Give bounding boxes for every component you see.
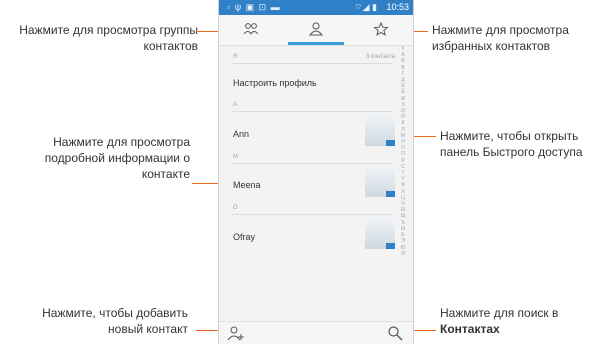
callout-add: Нажмите, чтобы добавить новый контакт <box>10 305 188 337</box>
quick-contact-badge-icon <box>386 191 395 197</box>
callout-favorites: Нажмите для просмотра избранных контакто… <box>432 22 587 54</box>
tab-contacts[interactable] <box>284 15 348 45</box>
tab-bar <box>219 15 413 46</box>
quick-contact-avatar-ann[interactable] <box>365 116 395 146</box>
section-header-a: A <box>233 102 238 108</box>
quick-contact-avatar-meena[interactable] <box>365 167 395 197</box>
callout-groups: Нажмите для просмотра группы контактов <box>8 22 198 54</box>
status-bar: ▫ ψ ▣ ⊡ ▬ ⌔◢ ▮ 10:53 <box>219 0 413 15</box>
alphabet-letter[interactable]: Я <box>397 251 409 257</box>
phone-screen: ▫ ψ ▣ ⊡ ▬ ⌔◢ ▮ 10:53 Я 3 контакта Настро… <box>218 0 414 344</box>
divider <box>231 214 393 215</box>
callout-groups-text: Нажмите для просмотра группы контактов <box>19 23 198 53</box>
star-icon <box>373 22 389 36</box>
divider <box>231 111 393 112</box>
section-header-o: O <box>233 205 238 211</box>
callout-favorites-text: Нажмите для просмотра избранных контакто… <box>432 23 569 53</box>
person-icon <box>308 22 324 36</box>
contact-name-meena[interactable]: Meena <box>233 180 261 190</box>
status-time: 10:53 <box>386 2 409 12</box>
bottom-action-bar <box>219 321 413 344</box>
section-me-label: Я <box>233 54 238 60</box>
callout-quick-panel-text: Нажмите, чтобы открыть панель Быстрого д… <box>440 129 583 159</box>
quick-contact-badge-icon <box>386 243 395 249</box>
quick-contact-avatar-ofray[interactable] <box>365 219 395 249</box>
contact-name-ofray[interactable]: Ofray <box>233 232 255 242</box>
callout-search: Нажмите для поиск в Контактах <box>440 305 590 337</box>
contact-name-ann[interactable]: Ann <box>233 129 249 139</box>
callout-details: Нажмите для просмотра подробной информац… <box>0 134 190 182</box>
callout-search-prefix: Нажмите для поиск в <box>440 306 559 320</box>
callout-details-text: Нажмите для просмотра подробной информац… <box>44 135 190 181</box>
callout-quick-panel: Нажмите, чтобы открыть панель Быстрого д… <box>440 128 590 160</box>
status-notification-icons: ▫ ψ ▣ ⊡ ▬ <box>227 2 281 12</box>
contact-count: 3 контакта <box>365 54 395 60</box>
alphabet-index[interactable]: # А Б В Г Д Е Ё Ж З И Й К Л М Н О П Р С Т У Ф Х Ц Ч Ш Щ Ъ Ы Ь Э Ю Я <box>397 46 409 257</box>
groups-icon <box>243 23 259 35</box>
add-contact-icon[interactable] <box>227 325 245 341</box>
tab-favorites[interactable] <box>349 15 413 45</box>
search-icon[interactable] <box>387 325 403 341</box>
tab-groups[interactable] <box>219 15 283 45</box>
callout-search-bold: Контактах <box>440 322 500 336</box>
callout-add-text: Нажмите, чтобы добавить новый контакт <box>42 306 188 336</box>
divider <box>231 63 393 64</box>
setup-profile-item[interactable]: Настроить профиль <box>233 78 317 88</box>
quick-contact-badge-icon <box>386 140 395 146</box>
divider <box>231 163 393 164</box>
section-header-m: M <box>233 154 238 160</box>
status-signal-icons: ⌔◢ ▮ <box>354 2 377 12</box>
